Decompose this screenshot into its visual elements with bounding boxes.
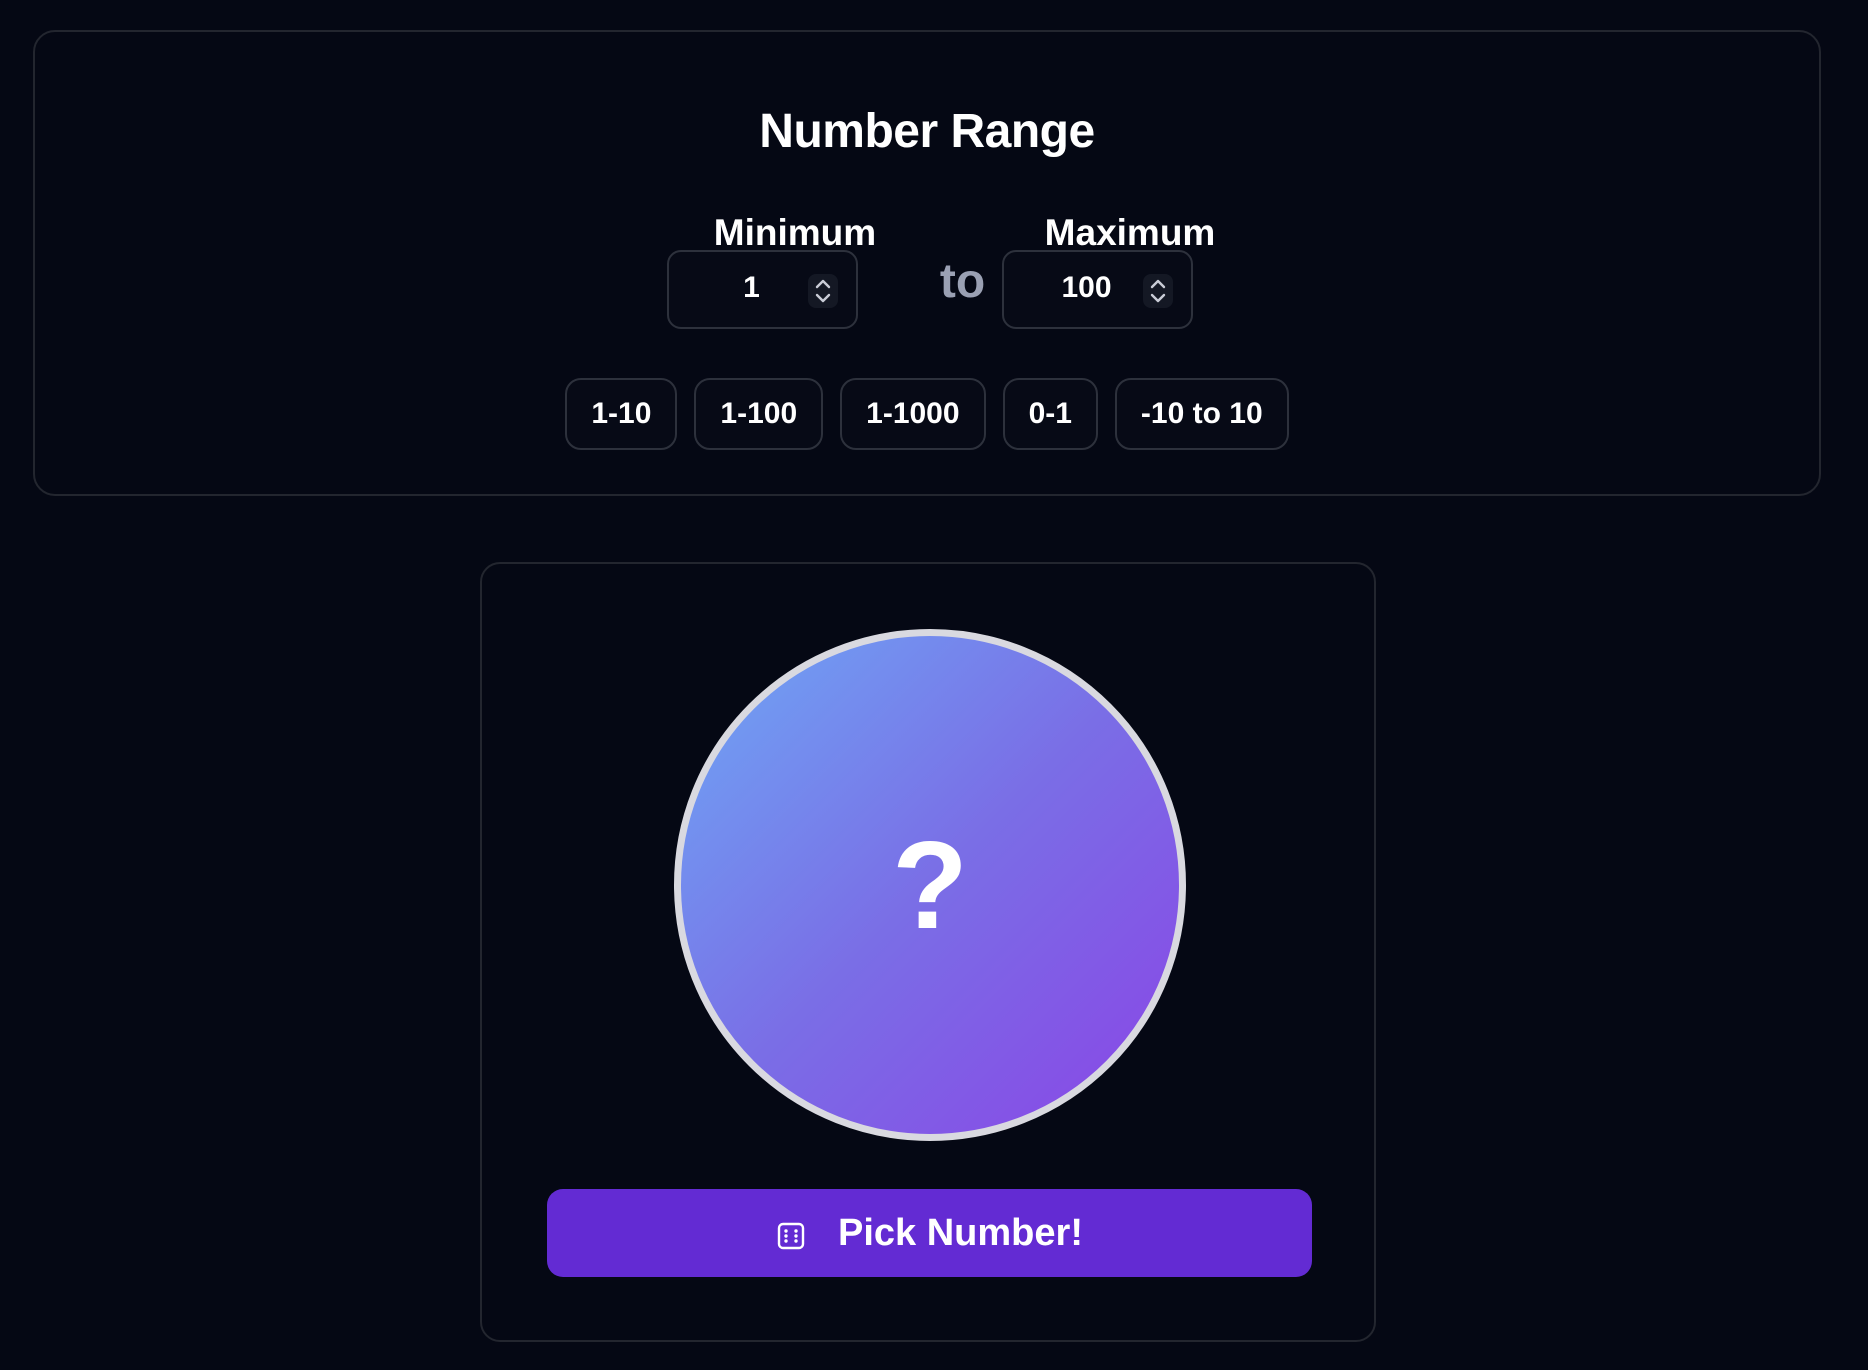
pick-number-label: Pick Number! xyxy=(838,1211,1083,1254)
result-circle: ? xyxy=(674,629,1186,1141)
minimum-input[interactable]: 1 xyxy=(667,250,858,329)
dice-icon xyxy=(776,1218,806,1250)
maximum-input[interactable]: 100 xyxy=(1002,250,1193,329)
picker-card: ? Pick Number! xyxy=(480,562,1376,1342)
stepper-chevrons-icon xyxy=(815,279,831,303)
minimum-label: Minimum xyxy=(713,212,877,253)
page: Number Range Minimum Maximum 1 to 100 1-… xyxy=(0,0,1868,1370)
preset-button-1-1000[interactable]: 1-1000 xyxy=(840,378,986,450)
preset-button-neg10-10[interactable]: -10 to 10 xyxy=(1114,378,1289,450)
preset-button-0-1[interactable]: 0-1 xyxy=(1002,378,1098,450)
maximum-label: Maximum xyxy=(1044,212,1216,253)
preset-button-1-100[interactable]: 1-100 xyxy=(694,378,824,450)
minimum-stepper[interactable] xyxy=(808,274,838,308)
stepper-chevrons-icon xyxy=(1150,279,1166,303)
pick-number-button[interactable]: Pick Number! xyxy=(547,1189,1312,1277)
number-range-card: Number Range Minimum Maximum 1 to 100 1-… xyxy=(33,30,1821,496)
range-title: Number Range xyxy=(759,105,1095,158)
maximum-stepper[interactable] xyxy=(1143,274,1173,308)
preset-button-1-10[interactable]: 1-10 xyxy=(565,378,678,450)
result-value: ? xyxy=(892,817,968,955)
preset-buttons: 1-10 1-100 1-1000 0-1 -10 to 10 xyxy=(35,378,1819,450)
